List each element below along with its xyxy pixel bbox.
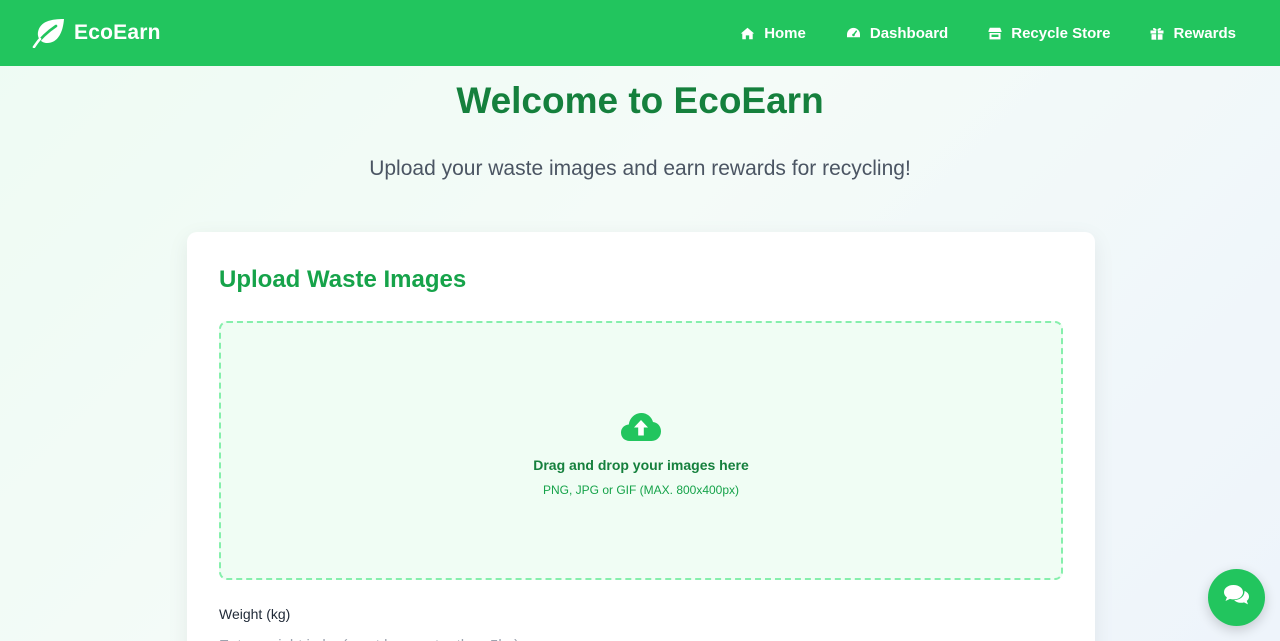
weight-label: Weight (kg) <box>219 606 291 622</box>
dropzone-instruction: Drag and drop your images here <box>533 456 749 473</box>
home-icon <box>740 27 755 40</box>
hero-subtitle: Upload your waste images and earn reward… <box>369 157 911 180</box>
brand-name: EcoEarn <box>74 21 161 44</box>
brand-logo[interactable]: EcoEarn <box>32 16 161 50</box>
nav-links: Home Dashboard Recycle Store Rewards <box>740 25 1236 42</box>
store-icon <box>988 27 1002 40</box>
nav-link-dashboard[interactable]: Dashboard <box>846 25 948 42</box>
chat-icon <box>1223 584 1250 611</box>
image-dropzone[interactable]: Drag and drop your images here PNG, JPG … <box>219 321 1063 580</box>
nav-link-rewards[interactable]: Rewards <box>1150 25 1236 42</box>
cloud-upload-icon <box>620 411 662 443</box>
nav-link-home-label: Home <box>764 24 806 42</box>
nav-link-recycle-store[interactable]: Recycle Store <box>988 25 1110 42</box>
dropzone-file-hint: PNG, JPG or GIF (MAX. 800x400px) <box>542 482 740 497</box>
nav-link-home[interactable]: Home <box>740 25 806 42</box>
weight-input[interactable] <box>219 630 1063 641</box>
chat-button[interactable] <box>1208 569 1265 626</box>
hero-title: Welcome to EcoEarn <box>456 80 824 121</box>
nav-link-dashboard-label: Dashboard <box>869 24 949 42</box>
leaf-icon <box>32 16 66 50</box>
gift-icon <box>1150 27 1164 40</box>
upload-card: Upload Waste Images Drag and drop your i… <box>187 232 1095 641</box>
upload-card-title: Upload Waste Images <box>219 266 467 293</box>
nav-link-recycle-store-label: Recycle Store <box>1011 24 1111 42</box>
top-navbar: EcoEarn Home Dashboard Recycle Store Rew… <box>0 0 1280 66</box>
gauge-icon <box>846 27 861 40</box>
nav-link-rewards-label: Rewards <box>1173 24 1236 42</box>
